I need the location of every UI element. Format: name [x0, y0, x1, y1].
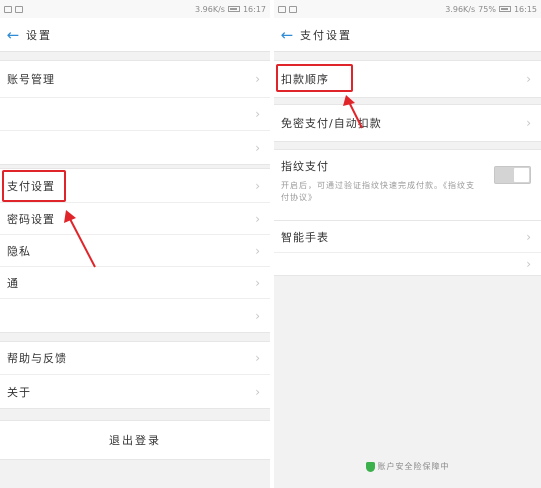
settings-item-label: 指纹支付	[281, 160, 329, 173]
settings-group-account: 账号管理 › › ›	[0, 60, 270, 165]
status-bar: 3.96K/s 16:17	[0, 0, 270, 18]
settings-item[interactable]: ›	[0, 98, 270, 131]
settings-item-label: 关于	[7, 385, 31, 399]
page-title: 支付设置	[300, 28, 352, 42]
payment-group-fingerprint: 指纹支付 开启后，可通过验证指纹快速完成付款。《指纹支付协议》	[274, 149, 541, 225]
highlight-box	[276, 64, 353, 92]
security-note-text: 账户安全险保障中	[377, 462, 450, 471]
settings-item-feedback[interactable]: 帮助与反馈 ›	[0, 342, 270, 375]
chevron-right-icon: ›	[255, 243, 260, 258]
pointer-arrow	[64, 210, 96, 268]
battery-icon	[498, 6, 511, 12]
shield-icon	[365, 461, 375, 472]
chevron-right-icon: ›	[526, 116, 531, 130]
settings-item[interactable]: ›	[0, 131, 270, 164]
settings-item[interactable]: ›	[0, 299, 270, 332]
chevron-right-icon: ›	[526, 229, 531, 244]
security-note: 账户安全险保障中	[274, 461, 541, 472]
settings-item-label: 隐私	[7, 244, 31, 258]
settings-screen: 3.96K/s 16:17 ← 设置 账号管理 › › › 支付设置 › 密码设…	[0, 0, 270, 488]
settings-group-support: 帮助与反馈 › 关于 ›	[0, 341, 270, 409]
settings-item-fingerprint-pay: 指纹支付 开启后，可通过验证指纹快速完成付款。《指纹支付协议》	[274, 150, 541, 224]
chevron-right-icon: ›	[526, 257, 531, 271]
settings-item-autopay[interactable]: 免密支付/自动扣款 ›	[274, 105, 541, 141]
network-speed: 3.96K/s	[445, 4, 476, 14]
clock: 16:15	[513, 4, 537, 14]
back-arrow-icon[interactable]: ←	[0, 18, 26, 52]
settings-item-label: 帮助与反馈	[7, 352, 67, 365]
battery-level: 75%	[478, 4, 496, 14]
chevron-right-icon: ›	[255, 351, 260, 365]
chevron-right-icon: ›	[255, 308, 260, 323]
status-bar: 3.96K/s 75% 16:15	[274, 0, 541, 18]
chevron-right-icon: ›	[255, 140, 260, 155]
notification-icon	[289, 5, 297, 13]
chevron-right-icon: ›	[255, 72, 260, 86]
battery-icon	[227, 6, 240, 12]
clock: 16:17	[242, 4, 266, 14]
notification-icon	[278, 5, 286, 13]
nav-bar: ← 支付设置	[274, 18, 541, 52]
settings-item-password[interactable]: 密码设置 ›	[0, 203, 270, 235]
page-title: 设置	[26, 28, 52, 42]
settings-item[interactable]: ›	[274, 253, 541, 275]
fingerprint-description: 开启后，可通过验证指纹快速完成付款。《指纹支付协议》	[281, 180, 481, 204]
logout-button[interactable]: 退出登录	[0, 420, 270, 460]
settings-item-label: 通	[7, 276, 19, 290]
chevron-right-icon: ›	[255, 275, 260, 290]
chevron-right-icon: ›	[255, 211, 260, 226]
highlight-box	[2, 170, 66, 202]
nav-bar: ← 设置	[0, 18, 270, 52]
chevron-right-icon: ›	[255, 178, 260, 193]
payment-settings-screen: 3.96K/s 75% 16:15 ← 支付设置 扣款顺序 › 免密支付/自动扣…	[274, 0, 541, 488]
pointer-arrow	[343, 95, 363, 129]
settings-item-privacy[interactable]: 隐私 ›	[0, 235, 270, 267]
fingerprint-description-text: 开启后，可通过验证指纹快速完成付款。	[281, 181, 443, 190]
network-speed: 3.96K/s	[195, 4, 225, 14]
settings-item-account[interactable]: 账号管理 ›	[0, 61, 270, 98]
fingerprint-toggle[interactable]	[494, 166, 531, 184]
settings-item-label: 账号管理	[7, 73, 55, 86]
settings-item-smartwatch[interactable]: 智能手表 ›	[274, 221, 541, 253]
settings-item-about[interactable]: 关于 ›	[0, 375, 270, 408]
settings-item-general[interactable]: 通 ›	[0, 267, 270, 299]
settings-item-label: 智能手表	[281, 230, 329, 244]
chevron-right-icon: ›	[526, 72, 531, 86]
notification-icon	[4, 5, 12, 13]
chevron-right-icon: ›	[255, 107, 260, 121]
back-arrow-icon[interactable]: ←	[274, 18, 300, 52]
chevron-right-icon: ›	[255, 384, 260, 399]
settings-item-label: 密码设置	[7, 212, 55, 226]
payment-group-autopay: 免密支付/自动扣款 ›	[274, 104, 541, 142]
payment-group-devices: 智能手表 › ›	[274, 220, 541, 276]
notification-icon	[15, 5, 23, 13]
